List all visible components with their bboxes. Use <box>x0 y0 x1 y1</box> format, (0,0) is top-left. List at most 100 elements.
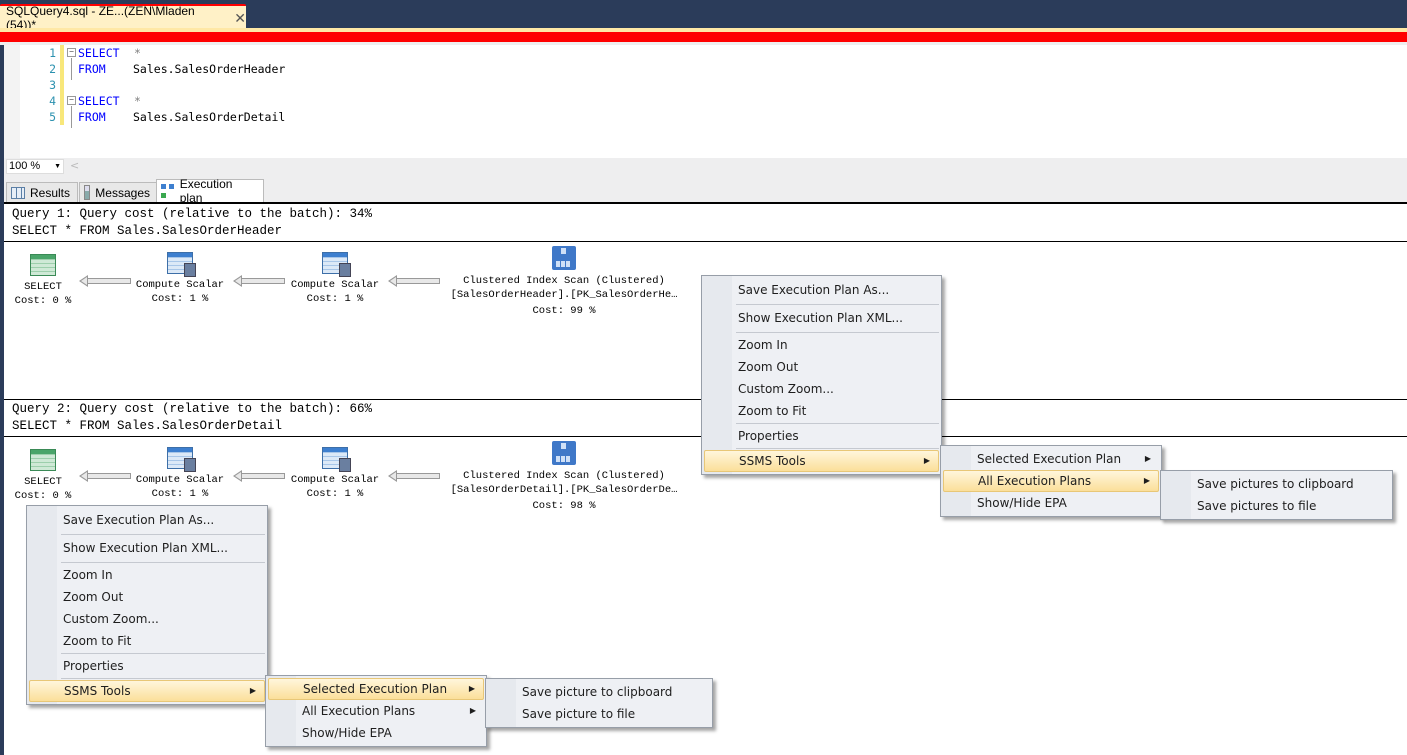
code-line: 2 FROM Sales.SalesOrderHeader <box>4 61 604 77</box>
select-icon <box>30 254 56 276</box>
sql-text: Sales.SalesOrderDetail <box>133 110 286 124</box>
plan-node-compute-scalar[interactable]: Compute Scalar Cost: 1 % <box>132 447 228 501</box>
menu-item-save-execution-plan-as[interactable]: Save Execution Plan As... <box>29 508 265 533</box>
menu-item-selected-execution-plan[interactable]: Selected Execution Plan ▶ <box>943 448 1159 470</box>
clustered-index-scan-icon <box>552 246 576 270</box>
tab-results[interactable]: Results <box>6 182 78 202</box>
ssms-tools-submenu: Selected Execution Plan ▶ All Execution … <box>265 675 487 747</box>
menu-item-show-execution-plan-xml[interactable]: Show Execution Plan XML... <box>704 306 939 331</box>
node-cost: Cost: 0 % <box>14 490 72 502</box>
menu-item-label: SSMS Tools <box>64 684 131 698</box>
changed-line-marker <box>60 45 64 61</box>
plan-node-select[interactable]: SELECT Cost: 0 % <box>8 254 78 308</box>
node-name: SELECT <box>24 476 62 488</box>
line-number: 1 <box>49 46 56 60</box>
sql-keyword: FROM <box>78 62 106 76</box>
collapse-box-icon[interactable]: − <box>67 96 76 105</box>
menu-item-selected-execution-plan[interactable]: Selected Execution Plan ▶ <box>268 678 484 700</box>
menu-item-zoom-in[interactable]: Zoom In <box>704 334 939 356</box>
plan-node-compute-scalar[interactable]: Compute Scalar Cost: 1 % <box>132 252 228 306</box>
code-line: 3 <box>4 77 604 93</box>
messages-icon <box>84 185 91 200</box>
node-cost: Cost: 1 % <box>306 293 364 305</box>
sql-keyword: SELECT <box>78 94 120 108</box>
menu-item-zoom-out[interactable]: Zoom Out <box>704 356 939 378</box>
tab-label: Messages <box>95 185 150 200</box>
clustered-index-scan-icon <box>552 441 576 465</box>
chevron-down-icon: ▼ <box>54 163 61 170</box>
query-editor[interactable]: 1 − SELECT * 2 FROM Sales.SalesOrderHead… <box>4 45 1407 158</box>
menu-item-show-execution-plan-xml[interactable]: Show Execution Plan XML... <box>29 536 265 561</box>
submenu-arrow-icon: ▶ <box>923 456 930 465</box>
menu-item-custom-zoom[interactable]: Custom Zoom... <box>704 378 939 400</box>
compute-scalar-icon <box>322 447 351 472</box>
ssms-tools-submenu: Selected Execution Plan ▶ All Execution … <box>940 445 1162 517</box>
menu-separator <box>736 304 939 305</box>
menu-item-properties[interactable]: Properties <box>29 655 265 677</box>
menu-item-all-execution-plans[interactable]: All Execution Plans ▶ <box>943 470 1159 492</box>
data-flow-arrow <box>388 470 440 482</box>
line-number: 5 <box>49 110 56 124</box>
line-number: 3 <box>49 78 56 92</box>
submenu-arrow-icon: ▶ <box>249 686 256 695</box>
node-name: Compute Scalar <box>290 279 380 291</box>
submenu-arrow-icon: ▶ <box>1143 476 1150 485</box>
node-cost: Cost: 1 % <box>151 488 209 500</box>
menu-item-zoom-in[interactable]: Zoom In <box>29 564 265 586</box>
data-flow-arrow <box>233 470 285 482</box>
results-tab-strip: Results Messages Execution plan <box>4 176 1407 205</box>
menu-item-zoom-to-fit[interactable]: Zoom to Fit <box>704 400 939 422</box>
plan-node-select[interactable]: SELECT Cost: 0 % <box>8 449 78 503</box>
menu-item-save-pictures-to-clipboard[interactable]: Save pictures to clipboard <box>1163 473 1390 495</box>
menu-separator <box>61 562 265 563</box>
menu-item-save-execution-plan-as[interactable]: Save Execution Plan As... <box>704 278 939 303</box>
context-menu: Save Execution Plan As... Show Execution… <box>701 275 942 475</box>
line-number: 4 <box>49 94 56 108</box>
menu-item-properties[interactable]: Properties <box>704 425 939 447</box>
node-cost: Cost: 99 % <box>532 305 596 317</box>
menu-item-save-picture-to-file[interactable]: Save picture to file <box>488 703 710 725</box>
menu-item-zoom-out[interactable]: Zoom Out <box>29 586 265 608</box>
menu-item-show-hide-epa[interactable]: Show/Hide EPA <box>268 722 484 744</box>
menu-item-show-hide-epa[interactable]: Show/Hide EPA <box>943 492 1159 514</box>
menu-separator <box>736 332 939 333</box>
menu-item-ssms-tools[interactable]: SSMS Tools ▶ <box>704 450 939 472</box>
plan-node-clustered-index-scan[interactable]: Clustered Index Scan (Clustered) [SalesO… <box>444 441 684 513</box>
selected-execution-plan-submenu: Save picture to clipboard Save picture t… <box>485 678 713 728</box>
menu-item-all-execution-plans[interactable]: All Execution Plans ▶ <box>268 700 484 722</box>
zoom-select[interactable]: 100 % ▼ <box>6 159 64 174</box>
menu-item-save-pictures-to-file[interactable]: Save pictures to file <box>1163 495 1390 517</box>
node-object: [SalesOrderHeader].[PK_SalesOrderHe… <box>450 289 678 301</box>
document-tab[interactable]: SQLQuery4.sql - ZE...(ZEN\Mladen (54))* … <box>0 4 246 32</box>
menu-item-label: Selected Execution Plan <box>303 682 448 696</box>
node-name: Clustered Index Scan (Clustered) <box>463 470 665 482</box>
changed-line-marker <box>60 109 64 125</box>
menu-item-label: Selected Execution Plan <box>977 452 1122 466</box>
menu-item-ssms-tools[interactable]: SSMS Tools ▶ <box>29 680 265 702</box>
code-line: 5 FROM Sales.SalesOrderDetail <box>4 109 604 125</box>
menu-separator <box>61 653 265 654</box>
menu-item-zoom-to-fit[interactable]: Zoom to Fit <box>29 630 265 652</box>
menu-item-save-picture-to-clipboard[interactable]: Save picture to clipboard <box>488 681 710 703</box>
data-flow-arrow <box>79 470 131 482</box>
plan-node-clustered-index-scan[interactable]: Clustered Index Scan (Clustered) [SalesO… <box>444 246 684 318</box>
plan-node-compute-scalar[interactable]: Compute Scalar Cost: 1 % <box>287 252 383 306</box>
query-1-header: Query 1: Query cost (relative to the bat… <box>12 207 373 221</box>
query-2-sql: SELECT * FROM Sales.SalesOrderDetail <box>12 419 283 433</box>
menu-separator <box>61 678 265 679</box>
node-cost: Cost: 0 % <box>14 295 72 307</box>
query-1-sql: SELECT * FROM Sales.SalesOrderHeader <box>12 224 283 238</box>
plan-node-compute-scalar[interactable]: Compute Scalar Cost: 1 % <box>287 447 383 501</box>
close-icon[interactable]: ✕ <box>234 10 246 27</box>
collapse-box-icon[interactable]: − <box>67 48 76 57</box>
scroll-left-icon[interactable]: < <box>70 159 79 172</box>
menu-item-custom-zoom[interactable]: Custom Zoom... <box>29 608 265 630</box>
changed-line-marker <box>60 93 64 109</box>
menu-separator <box>736 448 939 449</box>
tab-messages[interactable]: Messages <box>79 182 157 202</box>
data-flow-arrow <box>388 275 440 287</box>
data-flow-arrow <box>79 275 131 287</box>
tab-execution-plan[interactable]: Execution plan <box>156 177 264 205</box>
data-flow-arrow <box>233 275 285 287</box>
menu-separator <box>736 423 939 424</box>
